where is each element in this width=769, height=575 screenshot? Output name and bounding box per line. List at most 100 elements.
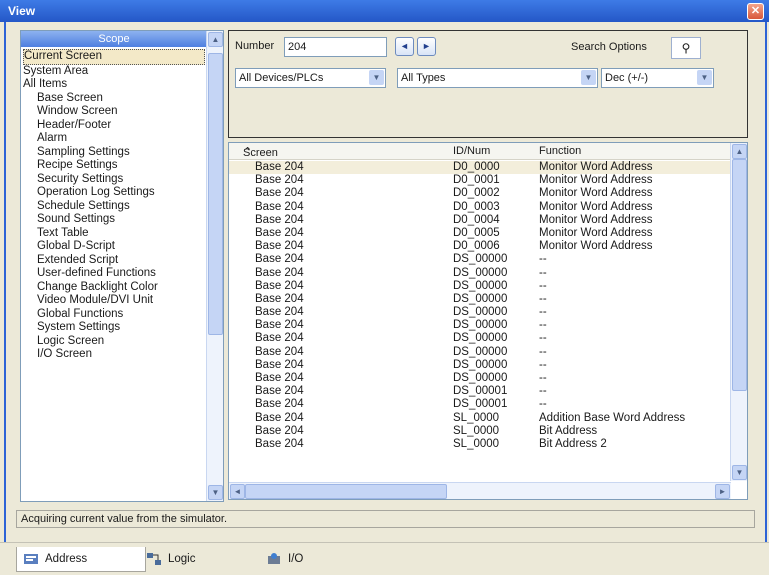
cell-screen: Base 204	[255, 345, 304, 358]
tree-item[interactable]: Alarm	[23, 132, 205, 146]
cell-id: D0_0001	[453, 174, 500, 187]
tree-item[interactable]: Sampling Settings	[23, 146, 205, 160]
tree-item[interactable]: Change Backlight Color	[23, 281, 205, 295]
cell-id: DS_00000	[453, 253, 508, 266]
cell-screen: Base 204	[255, 437, 304, 450]
table-row[interactable]: Base 204 SL_0000 Bit Address 2	[229, 438, 731, 451]
tree-item[interactable]: Extended Script	[23, 254, 205, 268]
type-filter-select[interactable]: All Types ▼	[397, 68, 598, 88]
cell-id: DS_00001	[453, 385, 508, 398]
table-row[interactable]: Base 204 SL_0000 Bit Address	[229, 425, 731, 438]
tree-scroll-thumb[interactable]	[208, 53, 223, 335]
status-bar: Acquiring current value from the simulat…	[16, 510, 755, 528]
tree-item[interactable]: Video Module/DVI Unit	[23, 294, 205, 308]
search-options-button[interactable]: ⚲	[671, 37, 701, 59]
tree-item[interactable]: Base Screen	[23, 92, 205, 106]
tree-item[interactable]: Sound Settings	[23, 213, 205, 227]
cell-screen: Base 204	[255, 253, 304, 266]
table-row[interactable]: Base 204 DS_00000 --	[229, 372, 731, 385]
table-row[interactable]: Base 204 DS_00000 --	[229, 267, 731, 280]
prev-button[interactable]: ◄	[395, 37, 414, 56]
tree-item[interactable]: Logic Screen	[23, 335, 205, 349]
table-row[interactable]: Base 204 D0_0002 Monitor Word Address	[229, 187, 731, 200]
tree-item[interactable]: Text Table	[23, 227, 205, 241]
prev-icon: ◄	[400, 41, 409, 51]
cell-id: DS_00000	[453, 306, 508, 319]
tree-item[interactable]: All Items	[23, 78, 205, 92]
column-header-screen[interactable]: Screen ⌃	[243, 145, 278, 159]
cell-function: --	[539, 385, 547, 398]
cell-id: DS_00000	[453, 319, 508, 332]
tree-item[interactable]: Window Screen	[23, 105, 205, 119]
chevron-down-icon[interactable]: ▼	[369, 70, 384, 85]
table-row[interactable]: Base 204 SL_0000 Addition Base Word Addres…	[229, 412, 731, 425]
number-input[interactable]: 204	[284, 37, 387, 57]
tree-item[interactable]: Global D-Script	[23, 240, 205, 254]
table-row[interactable]: Base 204 D0_0003 Monitor Word Address	[229, 201, 731, 214]
scroll-down-icon[interactable]: ▼	[732, 465, 747, 480]
column-header-function[interactable]: Function	[539, 145, 581, 157]
tree-item[interactable]: Schedule Settings	[23, 200, 205, 214]
tab-logic[interactable]: Logic	[140, 547, 268, 571]
table-row[interactable]: Base 204 DS_00001 --	[229, 385, 731, 398]
tree-item[interactable]: Global Functions	[23, 308, 205, 322]
cell-screen: Base 204	[255, 187, 304, 200]
cell-function: Bit Address 2	[539, 437, 607, 450]
cell-screen: Base 204	[255, 266, 304, 279]
scroll-up-icon[interactable]: ▲	[208, 32, 223, 47]
cell-screen: Base 204	[255, 240, 304, 253]
cell-id: SL_0000	[453, 424, 500, 437]
tree-scrollbar[interactable]: ▲ ▼	[206, 31, 223, 501]
tree-item[interactable]: Current Screen	[23, 49, 205, 65]
results-vscroll-thumb[interactable]	[732, 159, 747, 391]
cell-id: SL_0000	[453, 411, 500, 424]
scroll-up-icon[interactable]: ▲	[732, 144, 747, 159]
table-row[interactable]: Base 204 D0_0000 Monitor Word Address	[229, 161, 731, 175]
tree-item[interactable]: User-defined Functions	[23, 267, 205, 281]
table-row[interactable]: Base 204 D0_0001 Monitor Word Address	[229, 174, 731, 187]
table-row[interactable]: Base 204 DS_00001 --	[229, 398, 731, 411]
tree-item[interactable]: Security Settings	[23, 173, 205, 187]
tree-item[interactable]: System Area	[23, 65, 205, 79]
search-icon: ⚲	[681, 41, 691, 55]
table-row[interactable]: Base 204 DS_00000 --	[229, 346, 731, 359]
tab-io[interactable]: I/O	[260, 547, 388, 571]
results-vscrollbar[interactable]: ▲ ▼	[730, 143, 747, 481]
table-row[interactable]: Base 204 DS_00000 --	[229, 332, 731, 345]
table-row[interactable]: Base 204 D0_0006 Monitor Word Address	[229, 240, 731, 253]
table-row[interactable]: Base 204 DS_00000 --	[229, 319, 731, 332]
cell-function: Monitor Word Address	[539, 213, 653, 226]
scroll-right-icon[interactable]: ►	[715, 484, 730, 499]
cell-id: D0_0006	[453, 240, 500, 253]
tree-item[interactable]: Operation Log Settings	[23, 186, 205, 200]
cell-screen: Base 204	[255, 213, 304, 226]
scroll-down-icon[interactable]: ▼	[208, 485, 223, 500]
table-row[interactable]: Base 204 DS_00000 --	[229, 293, 731, 306]
column-header-id[interactable]: ID/Num	[453, 145, 490, 157]
address-icon	[24, 554, 38, 564]
table-row[interactable]: Base 204 D0_0004 Monitor Word Address	[229, 214, 731, 227]
cell-id: DS_00000	[453, 345, 508, 358]
results-hscroll-thumb[interactable]	[245, 484, 447, 499]
close-button[interactable]: ✕	[747, 3, 764, 20]
results-hscrollbar[interactable]: ◄ ►	[229, 482, 731, 499]
tree-item[interactable]: Header/Footer	[23, 119, 205, 133]
format-filter-select[interactable]: Dec (+/-) ▼	[601, 68, 714, 88]
cell-screen: Base 204	[255, 398, 304, 411]
chevron-down-icon[interactable]: ▼	[697, 70, 712, 85]
table-row[interactable]: Base 204 DS_00000 --	[229, 253, 731, 266]
cell-screen: Base 204	[255, 279, 304, 292]
table-row[interactable]: Base 204 D0_0005 Monitor Word Address	[229, 227, 731, 240]
tree-list: Current Screen System Area All Items Base S…	[23, 49, 205, 362]
next-button[interactable]: ►	[417, 37, 436, 56]
scroll-left-icon[interactable]: ◄	[230, 484, 245, 499]
table-row[interactable]: Base 204 DS_00000 --	[229, 359, 731, 372]
chevron-down-icon[interactable]: ▼	[581, 70, 596, 85]
table-row[interactable]: Base 204 DS_00000 --	[229, 280, 731, 293]
tree-item[interactable]: I/O Screen	[23, 348, 205, 362]
device-filter-select[interactable]: All Devices/PLCs ▼	[235, 68, 386, 88]
tree-item[interactable]: Recipe Settings	[23, 159, 205, 173]
table-row[interactable]: Base 204 DS_00000 --	[229, 306, 731, 319]
tab-address[interactable]: Address	[16, 547, 146, 572]
tree-item[interactable]: System Settings	[23, 321, 205, 335]
